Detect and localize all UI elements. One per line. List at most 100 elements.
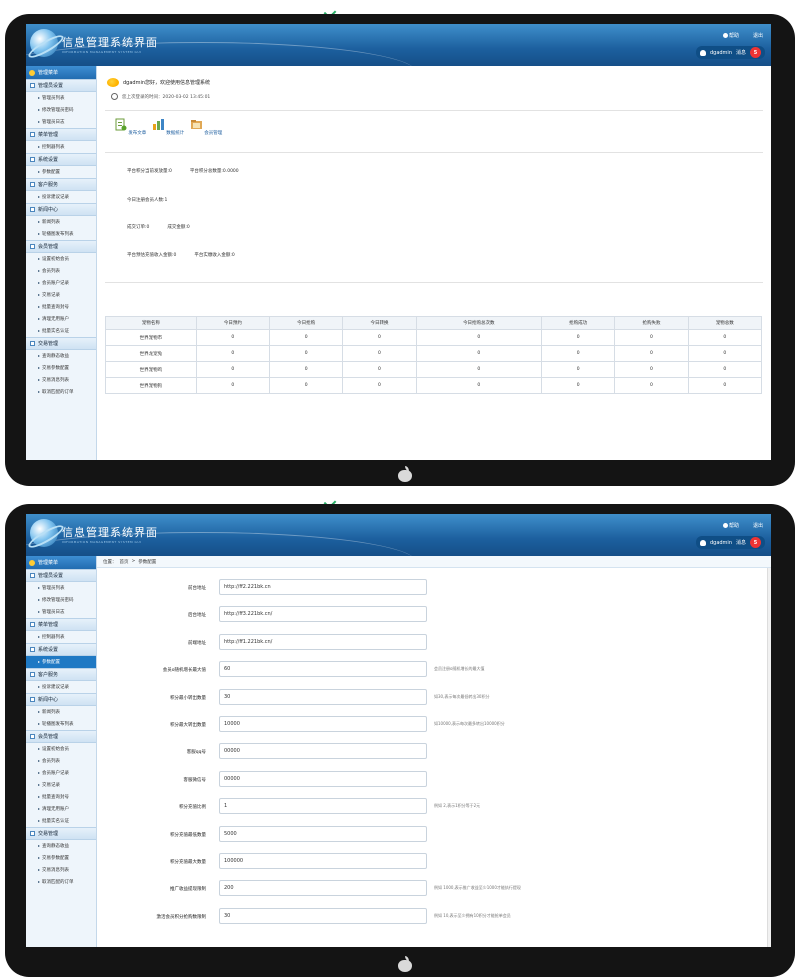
sidebar-item[interactable]: 设置初始会员	[26, 253, 96, 265]
table-cell: 0	[268, 377, 344, 394]
sidebar-item[interactable]: 新闻列表	[26, 216, 96, 228]
table-header-cell: 抢购成功	[541, 316, 616, 330]
main-content: 位置： 首页 > 参数配置 前台地址后台地址前端地址会员o随机增长最大值 会员注册…	[97, 556, 771, 947]
sidebar-item[interactable]: 轮播图发布列表	[26, 718, 96, 730]
field-input[interactable]	[219, 770, 427, 787]
sidebar-group[interactable]: 交易管理	[26, 827, 96, 840]
field-input[interactable]	[219, 633, 427, 650]
table-cell: 0	[195, 345, 270, 362]
sidebar-item[interactable]: 交易消息列表	[26, 864, 96, 876]
sidebar-group[interactable]: 新闻中心	[26, 693, 96, 706]
sidebar-item[interactable]: 交易参数配置	[26, 852, 96, 864]
app-title: 信息管理系统界面	[62, 526, 158, 539]
form-row: 客服qq号	[97, 743, 771, 761]
sidebar-group[interactable]: 会员管理	[26, 240, 96, 253]
field-hint: 如10000,表示每次最多转出10000积分	[434, 721, 505, 726]
sidebar-item[interactable]: 交易记录	[26, 779, 96, 791]
folder-icon	[30, 132, 35, 137]
sidebar-group[interactable]: 系统设置	[26, 643, 96, 656]
quick-action-publish[interactable]: 发布文章	[113, 118, 147, 136]
table-cell: 0	[415, 361, 543, 378]
form-row: 激活会员积分抢购数限制 例如 10,表示至少拥有10积分才能抢单会员	[97, 907, 771, 926]
sidebar-item[interactable]: 管理员日志	[26, 116, 96, 128]
sidebar-group[interactable]: 管理员设置	[26, 569, 96, 582]
sidebar-item[interactable]: 管理员日志	[26, 606, 96, 618]
user-bar[interactable]: dgadmin 消息 5	[695, 536, 765, 549]
breadcrumb-home[interactable]: 首页	[120, 559, 129, 565]
field-input[interactable]	[219, 688, 427, 705]
sidebar-group[interactable]: 管理员设置	[26, 79, 96, 92]
field-input[interactable]	[219, 743, 427, 760]
logout-link[interactable]: 退出	[753, 32, 763, 39]
sidebar-item[interactable]: 投诉建议记录	[26, 191, 96, 203]
app-subtitle: INFORMATION MANAGEMENT SYSTEM GUI	[62, 50, 142, 54]
sidebar-item[interactable]: 批量查询封号	[26, 791, 96, 803]
field-input[interactable]	[219, 907, 427, 924]
stat-row-1: 平台积分当前发放量:0 平台积分总数量:0.0000	[127, 169, 239, 174]
sidebar-item[interactable]: 修改管理员密码	[26, 594, 96, 606]
sidebar-group[interactable]: 客户服务	[26, 178, 96, 191]
sidebar-item[interactable]: 参数配置	[26, 166, 96, 178]
sidebar-item[interactable]: 批量实名认证	[26, 325, 96, 337]
table-cell: 0	[342, 361, 417, 378]
main-content: dgadmin您好，欢迎使用信息管理系统 您上次登录的时间：2020-03-02…	[97, 66, 771, 460]
field-input[interactable]	[219, 825, 427, 842]
folder-icon	[30, 207, 35, 212]
sidebar-item[interactable]: 交易消息列表	[26, 374, 96, 386]
sidebar-item[interactable]: 管理员列表	[26, 92, 96, 104]
sidebar-item[interactable]: 批量查询封号	[26, 301, 96, 313]
sidebar-group[interactable]: 系统设置	[26, 153, 96, 166]
folder-icon	[30, 341, 35, 346]
field-input[interactable]	[219, 606, 427, 623]
field-hint: 例如 1000,表示推广收益至少1000才能执行提现	[434, 885, 521, 891]
field-input[interactable]	[219, 853, 427, 869]
sidebar-item[interactable]: 会员列表	[26, 265, 96, 277]
document-icon	[115, 118, 127, 131]
sidebar-item[interactable]: 交易参数配置	[26, 362, 96, 374]
sidebar-item[interactable]: 批量实名认证	[26, 815, 96, 827]
sidebar-group[interactable]: 客户服务	[26, 668, 96, 681]
logout-link[interactable]: 退出	[753, 522, 763, 529]
sidebar-item[interactable]: 新闻列表	[26, 706, 96, 718]
sidebar-item[interactable]: 会员账户记录	[26, 767, 96, 779]
sidebar-group[interactable]: 交易管理	[26, 337, 96, 350]
field-input[interactable]	[219, 880, 427, 897]
table-header-cell: 今日转换	[342, 316, 417, 330]
sidebar-item[interactable]: 投诉建议记录	[26, 681, 96, 693]
sidebar-item[interactable]: 清理无用账户	[26, 313, 96, 325]
sidebar-item[interactable]: 交易记录	[26, 289, 96, 301]
sidebar-item[interactable]: 查询静态收益	[26, 350, 96, 362]
sidebar-item[interactable]: 管理员列表	[26, 582, 96, 594]
table-cell: 0	[415, 377, 543, 394]
field-input[interactable]	[219, 661, 427, 678]
sidebar-item[interactable]: 修改管理员密码	[26, 104, 96, 116]
sidebar-item[interactable]: 设置初始会员	[26, 743, 96, 755]
field-input[interactable]	[219, 798, 427, 815]
field-input[interactable]	[219, 716, 427, 732]
sidebar-item[interactable]: 轮播图发布列表	[26, 228, 96, 240]
vertical-scrollbar[interactable]	[767, 568, 771, 947]
table-row: 世界宠物狗 0 0 0 0 0 0 0	[105, 377, 763, 394]
sidebar-item[interactable]: 参数配置	[26, 656, 96, 668]
sidebar-item[interactable]: 清理无用账户	[26, 803, 96, 815]
sidebar-item[interactable]: 取消匹配的订单	[26, 386, 96, 398]
sidebar-item[interactable]: 取消匹配的订单	[26, 876, 96, 888]
sidebar-item[interactable]: 会员账户记录	[26, 277, 96, 289]
form-row: 积分充值最低数量	[97, 825, 771, 844]
sidebar-group[interactable]: 新闻中心	[26, 203, 96, 216]
field-hint: 例如 2,表示1积分等于2元	[434, 803, 481, 809]
help-link[interactable]: 帮助	[722, 32, 739, 39]
quick-action-stats[interactable]: 数据统计	[151, 118, 185, 136]
sidebar-item[interactable]: 会员列表	[26, 755, 96, 767]
sidebar-item[interactable]: 控制器列表	[26, 141, 96, 153]
sidebar-item[interactable]: 查询静态收益	[26, 840, 96, 852]
quick-action-members[interactable]: 会员管理	[189, 118, 223, 136]
sidebar-group[interactable]: 菜单管理	[26, 618, 96, 631]
sidebar-group[interactable]: 会员管理	[26, 730, 96, 743]
pet-stats-table: 宠物名称 今日预约 今日抢购 今日转换 今日抢购总次数 抢购成功 抢购失败 宠物总数 世界宠物…	[105, 316, 763, 394]
user-bar[interactable]: dgadmin 消息 5	[695, 46, 765, 59]
field-input[interactable]	[219, 579, 427, 595]
help-link[interactable]: 帮助	[722, 522, 739, 529]
sidebar-item[interactable]: 控制器列表	[26, 631, 96, 643]
sidebar-group[interactable]: 菜单管理	[26, 128, 96, 141]
